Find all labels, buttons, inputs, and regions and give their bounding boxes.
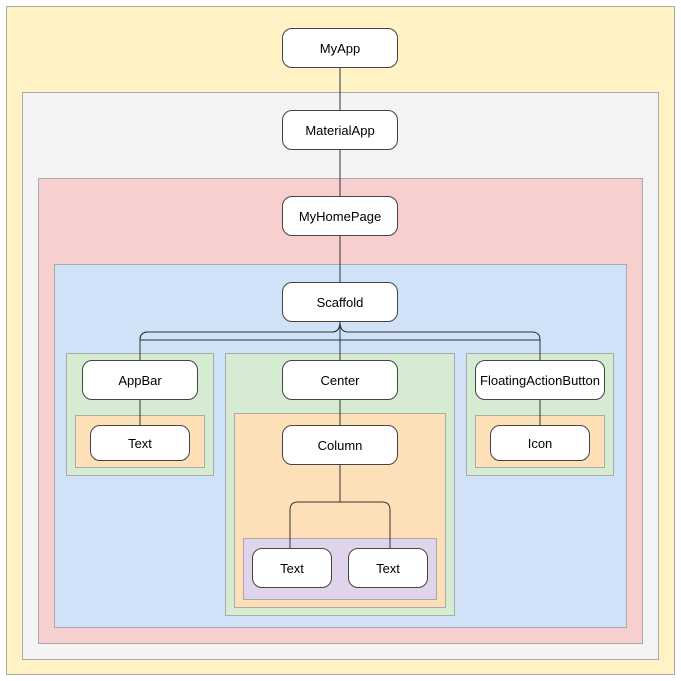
node-text-col1: Text — [252, 548, 332, 588]
node-label: Text — [280, 561, 304, 576]
node-label: Scaffold — [317, 295, 364, 310]
node-label: Column — [318, 438, 363, 453]
node-center: Center — [282, 360, 398, 400]
node-myhomepage: MyHomePage — [282, 196, 398, 236]
node-label: Text — [376, 561, 400, 576]
node-label: MyApp — [320, 41, 360, 56]
node-materialapp: MaterialApp — [282, 110, 398, 150]
node-myapp: MyApp — [282, 28, 398, 68]
node-label: FloatingActionButton — [480, 373, 600, 388]
node-icon: Icon — [490, 425, 590, 461]
node-scaffold: Scaffold — [282, 282, 398, 322]
node-label: Text — [128, 436, 152, 451]
node-label: MaterialApp — [305, 123, 374, 138]
node-appbar: AppBar — [82, 360, 198, 400]
node-text-appbar: Text — [90, 425, 190, 461]
node-label: Center — [320, 373, 359, 388]
node-fab: FloatingActionButton — [475, 360, 605, 400]
node-column: Column — [282, 425, 398, 465]
node-text-col2: Text — [348, 548, 428, 588]
node-label: MyHomePage — [299, 209, 381, 224]
node-label: Icon — [528, 436, 553, 451]
node-label: AppBar — [118, 373, 161, 388]
diagram-canvas: MyApp MaterialApp MyHomePage Scaffold Ap… — [0, 0, 681, 681]
